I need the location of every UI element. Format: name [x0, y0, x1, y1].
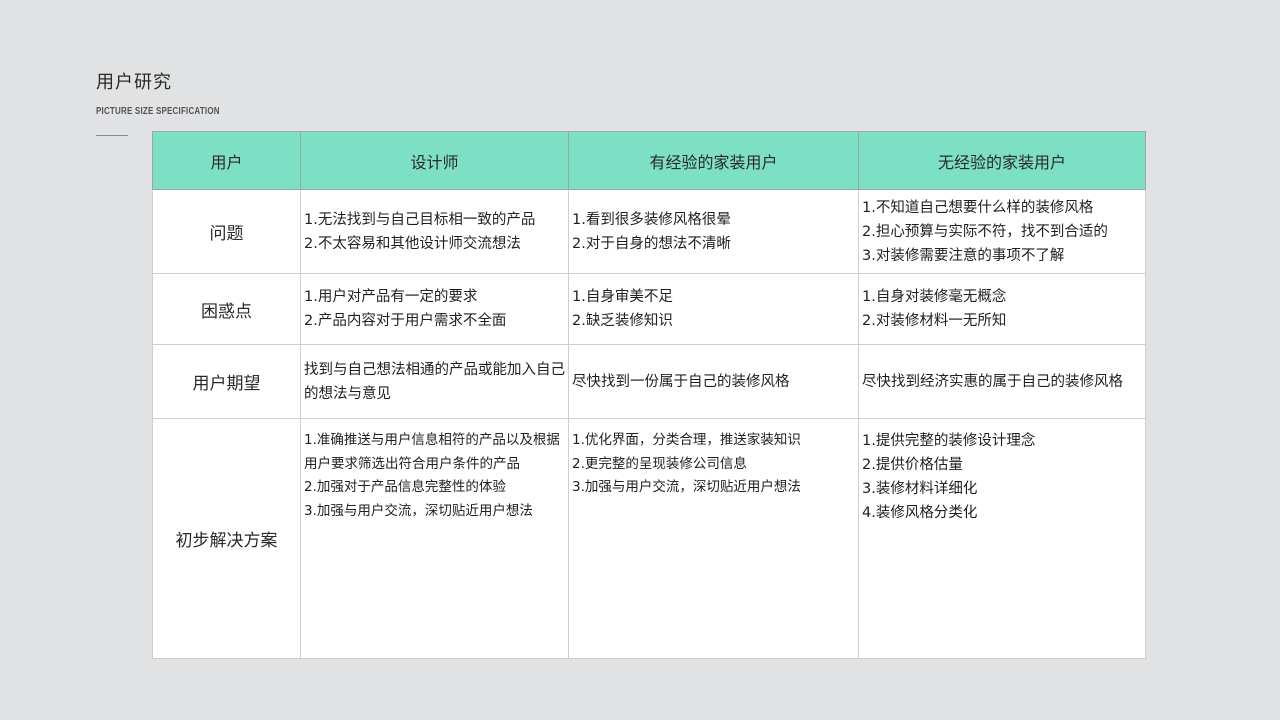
- cell-novice-expectations: 尽快找到经济实惠的属于自己的装修风格: [858, 344, 1146, 419]
- row-label-confusions: 困惑点: [152, 273, 301, 345]
- page-subtitle: PICTURE SIZE SPECIFICATION: [96, 105, 220, 117]
- list-item: 2.加强对于产品信息完整性的体验: [304, 479, 506, 495]
- list-item: 3.加强与用户交流，深切贴近用户想法: [304, 502, 533, 519]
- cell-novice-confusions: 1.自身对装修毫无概念 2.对装修材料一无所知: [858, 273, 1146, 345]
- list-item: 2.产品内容对于用户需求不全面: [304, 313, 507, 329]
- list-item: 1.提供完整的装修设计理念: [862, 433, 1036, 449]
- list-item: 2.缺乏装修知识: [572, 313, 673, 329]
- row-label-problems: 问题: [152, 189, 301, 274]
- table-row: 困惑点 1.用户对产品有一定的要求 2.产品内容对于用户需求不全面 1.自身审美…: [152, 273, 1146, 345]
- list-item: 1.不知道自己想要什么样的装修风格: [862, 199, 1094, 216]
- table-row: 初步解决方案 1.准确推送与用户信息相符的产品以及根据用户要求筛选出符合用户条件…: [152, 418, 1146, 659]
- cell-experienced-solutions: 1.优化界面，分类合理，推送家装知识 2.更完整的呈现装修公司信息 3.加强与用…: [568, 418, 859, 659]
- list-item: 3.装修材料详细化: [862, 481, 978, 497]
- cell-novice-solutions: 1.提供完整的装修设计理念 2.提供价格估量 3.装修材料详细化 4.装修风格分…: [858, 418, 1146, 659]
- page-title: 用户研究: [96, 72, 172, 93]
- list-item: 尽快找到一份属于自己的装修风格: [572, 373, 790, 390]
- row-label-solutions: 初步解决方案: [152, 418, 301, 659]
- list-item: 3.加强与用户交流，深切贴近用户想法: [572, 479, 801, 495]
- list-item: 2.对装修材料一无所知: [862, 313, 1007, 329]
- table-header-row: 用户 设计师 有经验的家装用户 无经验的家装用户: [152, 131, 1146, 190]
- table-row: 问题 1.无法找到与自己目标相一致的产品 2.不太容易和其他设计师交流想法 1.…: [152, 189, 1146, 274]
- list-item: 1.准确推送与用户信息相符的产品以及根据用户要求筛选出符合用户条件的产品: [304, 432, 560, 472]
- list-item: 尽快找到经济实惠的属于自己的装修风格: [862, 373, 1123, 390]
- header-novice-user: 无经验的家装用户: [858, 131, 1146, 190]
- cell-novice-problems: 1.不知道自己想要什么样的装修风格 2.担心预算与实际不符，找不到合适的 3.对…: [858, 189, 1146, 274]
- list-item: 2.担心预算与实际不符，找不到合适的: [862, 223, 1108, 240]
- cell-designer-solutions: 1.准确推送与用户信息相符的产品以及根据用户要求筛选出符合用户条件的产品 2.加…: [300, 418, 569, 659]
- list-item: 1.自身对装修毫无概念: [862, 289, 1007, 305]
- list-item: 2.对于自身的想法不清晰: [572, 235, 731, 252]
- list-item: 2.提供价格估量: [862, 457, 963, 473]
- list-item: 1.无法找到与自己目标相一致的产品: [304, 211, 536, 228]
- slide: 用户研究 PICTURE SIZE SPECIFICATION 用户 设计师 有…: [0, 0, 1280, 720]
- list-item: 4.装修风格分类化: [862, 505, 978, 521]
- table-row: 用户期望 找到与自己想法相通的产品或能加入自己的想法与意见 尽快找到一份属于自己…: [152, 344, 1146, 419]
- cell-experienced-expectations: 尽快找到一份属于自己的装修风格: [568, 344, 859, 419]
- list-item: 1.自身审美不足: [572, 289, 673, 305]
- cell-designer-problems: 1.无法找到与自己目标相一致的产品 2.不太容易和其他设计师交流想法: [300, 189, 569, 274]
- title-divider: [96, 135, 128, 136]
- list-item: 1.用户对产品有一定的要求: [304, 289, 478, 305]
- cell-experienced-problems: 1.看到很多装修风格很晕 2.对于自身的想法不清晰: [568, 189, 859, 274]
- list-item: 2.不太容易和其他设计师交流想法: [304, 235, 521, 252]
- user-research-table: 用户 设计师 有经验的家装用户 无经验的家装用户 问题 1.无法找到与自己目标相…: [152, 131, 1146, 659]
- list-item: 1.优化界面，分类合理，推送家装知识: [572, 432, 801, 448]
- list-item: 1.看到很多装修风格很晕: [572, 211, 731, 228]
- cell-designer-expectations: 找到与自己想法相通的产品或能加入自己的想法与意见: [300, 344, 569, 419]
- cell-experienced-confusions: 1.自身审美不足 2.缺乏装修知识: [568, 273, 859, 345]
- row-label-expectations: 用户期望: [152, 344, 301, 419]
- header-designer: 设计师: [300, 131, 569, 190]
- header-user: 用户: [152, 131, 301, 190]
- header-experienced-user: 有经验的家装用户: [568, 131, 859, 190]
- list-item: 3.对装修需要注意的事项不了解: [862, 247, 1065, 264]
- list-item: 2.更完整的呈现装修公司信息: [572, 455, 747, 472]
- cell-designer-confusions: 1.用户对产品有一定的要求 2.产品内容对于用户需求不全面: [300, 273, 569, 345]
- list-item: 找到与自己想法相通的产品或能加入自己的想法与意见: [304, 361, 565, 402]
